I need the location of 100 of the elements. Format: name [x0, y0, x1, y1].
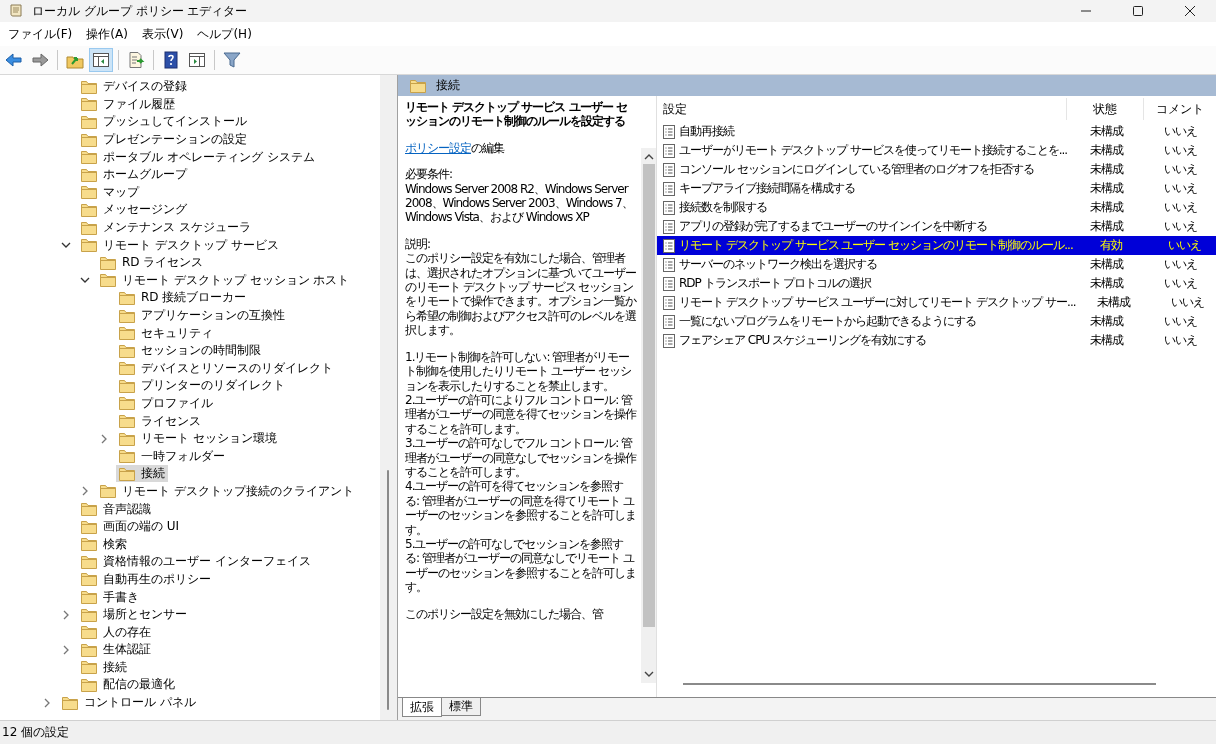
scrollbar-track[interactable]	[641, 148, 656, 683]
setting-row[interactable]: RDP トランスポート プロトコルの選択 未構成 いいえ	[657, 274, 1216, 293]
tree-item[interactable]: 音声認識	[78, 500, 154, 518]
menu-item[interactable]: 表示(V)	[135, 23, 190, 45]
setting-row[interactable]: 自動再接続 未構成 いいえ	[657, 122, 1216, 141]
table-cell-text: いいえ	[1167, 237, 1203, 254]
tree-item[interactable]: デバイスの登録	[78, 78, 190, 96]
tree-item[interactable]: セキュリティ	[116, 324, 216, 342]
tree-item[interactable]: 人の存在	[78, 623, 154, 641]
tree-item[interactable]: メッセージング	[78, 201, 190, 219]
table-cell-text: 自動再接続	[679, 123, 736, 140]
folder-icon	[81, 97, 97, 112]
table-cell: ユーザーがリモート デスクトップ サービスを使ってリモート接続することを...	[679, 142, 1068, 159]
table-cell-text: 未構成	[1088, 161, 1124, 178]
tree-item[interactable]: ファイル履歴	[78, 95, 178, 113]
folder-icon	[81, 132, 97, 147]
setting-row[interactable]: キープアライブ接続間隔を構成する 未構成 いいえ	[657, 179, 1216, 198]
table-cell-text: 未構成	[1096, 294, 1132, 311]
tree-item[interactable]: 資格情報のユーザー インターフェイス	[78, 553, 314, 571]
tree-item[interactable]: ホームグループ	[78, 166, 190, 184]
tree-item[interactable]: 接続	[78, 658, 130, 676]
folder-icon	[119, 326, 135, 341]
folder-icon	[62, 695, 78, 710]
setting-row[interactable]: リモート デスクトップ サービス ユーザーに対してリモート デスクトップ サー... 未構成 いいえ	[657, 293, 1216, 312]
menu-item[interactable]: 操作(A)	[80, 23, 134, 45]
tree-item[interactable]: 接続	[116, 465, 168, 483]
column-header[interactable]: 設定	[657, 98, 1067, 120]
table-cell-text: 接続数を制限する	[679, 199, 768, 216]
column-header[interactable]: コメント	[1144, 98, 1216, 120]
tree-item[interactable]: アプリケーションの互換性	[116, 307, 288, 324]
description-text: このポリシー設定を無効にした場合、管	[405, 606, 605, 621]
table-cell-text: いいえ	[1162, 161, 1198, 178]
document-list-icon	[663, 143, 675, 158]
document-list-icon	[663, 181, 675, 196]
tree-item[interactable]: 一時フォルダー	[116, 447, 228, 465]
tree-item[interactable]: ポータブル オペレーティング システム	[78, 148, 318, 166]
folder-icon	[81, 79, 97, 94]
tree-item[interactable]: プロファイル	[116, 395, 216, 412]
scroll-thumb[interactable]	[683, 683, 1156, 685]
table-cell-text: フェアシェア CPU スケジューリングを有効にする	[679, 332, 928, 349]
tree-item[interactable]: 検索	[78, 535, 130, 553]
filter-icon	[223, 51, 241, 69]
setting-row[interactable]: アプリの登録が完了するまでユーザーのサインインを中断する 未構成 いいえ	[657, 217, 1216, 236]
tree-item[interactable]: リモート セッション環境	[116, 430, 280, 448]
tree-item[interactable]: デバイスとリソースのリダイレクト	[116, 359, 336, 377]
table-cell-text: いいえ	[1170, 294, 1205, 311]
view-tab[interactable]: 拡張	[402, 698, 442, 717]
table-cell-text: 未構成	[1088, 199, 1124, 216]
folder-icon	[119, 431, 135, 446]
column-header[interactable]: 状態	[1067, 98, 1144, 120]
view-tab[interactable]: 標準	[441, 698, 481, 716]
setting-row[interactable]: ユーザーがリモート デスクトップ サービスを使ってリモート接続することを... 未構成 いいえ	[657, 141, 1216, 160]
setting-row[interactable]: リモート デスクトップ サービス ユーザー セッションのリモート制御のルール... 有効 いいえ	[657, 236, 1216, 255]
tree-item[interactable]: プレゼンテーションの設定	[78, 131, 250, 149]
tree-item[interactable]: リモート デスクトップ セッション ホスト	[97, 271, 353, 289]
scroll-thumb[interactable]	[387, 470, 389, 710]
setting-row[interactable]: サーバーのネットワーク検出を選択する 未構成 いいえ	[657, 255, 1216, 274]
document-list-icon	[663, 333, 675, 348]
setting-row[interactable]: コンソール セッションにログインしている管理者のログオフを拒否する 未構成 いいえ	[657, 160, 1216, 179]
pane-title: 接続	[436, 77, 460, 94]
tree-item[interactable]: ライセンス	[116, 412, 204, 430]
status-text: 12 個の設定	[2, 724, 70, 741]
scroll-down-icon[interactable]	[642, 669, 655, 679]
tree-item[interactable]: 生体認証	[78, 641, 154, 659]
tree-item[interactable]: 手書き	[78, 588, 142, 606]
setting-row[interactable]: 接続数を制限する 未構成 いいえ	[657, 198, 1216, 217]
tree-item[interactable]: マップ	[78, 183, 142, 201]
scroll-up-icon[interactable]	[642, 152, 655, 162]
folder-icon	[81, 502, 97, 517]
document-list-icon	[663, 219, 675, 234]
tree-item[interactable]: リモート デスクトップ サービス	[78, 236, 282, 254]
menu-item[interactable]: ファイル(F)	[2, 23, 79, 45]
tree-item[interactable]: 配信の最適化	[78, 676, 178, 694]
tree-item[interactable]: メンテナンス スケジューラ	[78, 219, 254, 237]
tree-item[interactable]: プッシュしてインストール	[78, 113, 250, 131]
scrollbar-track[interactable]	[380, 75, 397, 720]
tree-item[interactable]: リモート デスクトップ接続のクライアント	[97, 482, 357, 500]
tree-item[interactable]: RD ライセンス	[97, 254, 207, 272]
tree-item[interactable]: プリンターのリダイレクト	[116, 377, 288, 395]
folder-icon	[81, 572, 97, 587]
toolbar-button[interactable]	[89, 48, 113, 72]
policy-title: リモート デスクトップ サービス ユーザー セッションのリモート制御のルールを設定する	[405, 100, 628, 129]
document-list-icon	[663, 200, 675, 215]
document-list-icon	[663, 276, 675, 291]
folder-icon	[119, 466, 135, 481]
tree-item[interactable]: 自動再生のポリシー	[78, 570, 214, 588]
tree-item[interactable]: RD 接続ブローカー	[116, 289, 250, 307]
folder-icon	[81, 167, 97, 182]
tree-item[interactable]: 場所とセンサー	[78, 606, 190, 624]
table-cell-text: いいえ	[1162, 142, 1198, 159]
menu-item[interactable]: ヘルプ(H)	[191, 23, 258, 45]
tree-item[interactable]: コントロール パネル	[59, 694, 199, 712]
description-text: 5.ユーザーの許可なしでセッションを参照する: 管理者がユーザーの同意なしでリモート ユーザーのセッションを参照することを許可します。	[405, 536, 637, 595]
scroll-thumb[interactable]	[642, 164, 655, 627]
setting-row[interactable]: フェアシェア CPU スケジューリングを有効にする 未構成 いいえ	[657, 331, 1216, 350]
tree-item[interactable]: 画面の端の UI	[78, 518, 183, 536]
folder-icon	[119, 308, 135, 323]
setting-row[interactable]: 一覧にないプログラムをリモートから起動できるようにする 未構成 いいえ	[657, 312, 1216, 331]
tree-item[interactable]: セッションの時間制限	[116, 342, 264, 360]
policy-settings-link[interactable]: ポリシー設定	[405, 140, 471, 155]
